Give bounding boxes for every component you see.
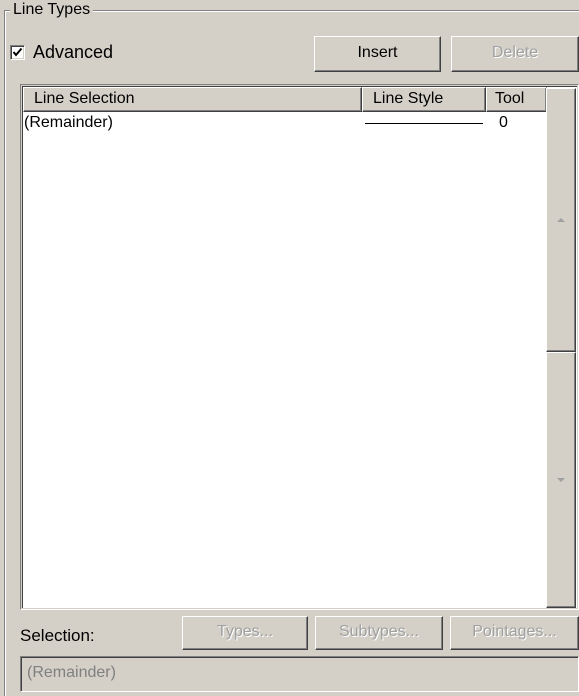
down-arrow-icon — [557, 478, 565, 482]
scroll-down-button[interactable] — [546, 352, 576, 608]
scroll-up-button[interactable] — [546, 88, 576, 352]
row-line-style-solid-line — [365, 123, 483, 124]
column-header-tool[interactable]: Tool — [486, 87, 547, 112]
list-row[interactable]: (Remainder) 0 — [23, 112, 547, 136]
selection-field[interactable]: (Remainder) — [20, 656, 579, 692]
line-types-list[interactable]: Line Selection Line Style Tool (Remainde… — [20, 84, 579, 610]
row-line-selection: (Remainder) — [24, 114, 113, 131]
advanced-checkbox-label[interactable]: Advanced — [33, 42, 113, 63]
column-header-line-selection[interactable]: Line Selection — [23, 87, 362, 112]
up-arrow-icon — [557, 218, 565, 222]
line-types-group-title: Line Types — [10, 0, 94, 20]
types-button[interactable]: Types... — [182, 616, 308, 650]
row-tool: 0 — [499, 114, 508, 131]
vertical-scrollbar[interactable] — [546, 88, 576, 608]
insert-button[interactable]: Insert — [314, 36, 441, 72]
advanced-checkbox[interactable] — [10, 44, 25, 60]
column-header-line-style[interactable]: Line Style — [362, 87, 486, 112]
delete-button[interactable]: Delete — [451, 36, 579, 72]
advanced-checkbox-row[interactable]: Advanced — [10, 40, 113, 64]
subtypes-button[interactable]: Subtypes... — [315, 616, 443, 650]
checkmark-icon — [12, 47, 23, 57]
selection-label: Selection: — [20, 626, 95, 645]
list-header: Line Selection Line Style Tool — [23, 87, 547, 112]
pointages-button[interactable]: Pointages... — [450, 616, 579, 650]
line-types-list-body[interactable]: Line Selection Line Style Tool (Remainde… — [22, 86, 577, 608]
